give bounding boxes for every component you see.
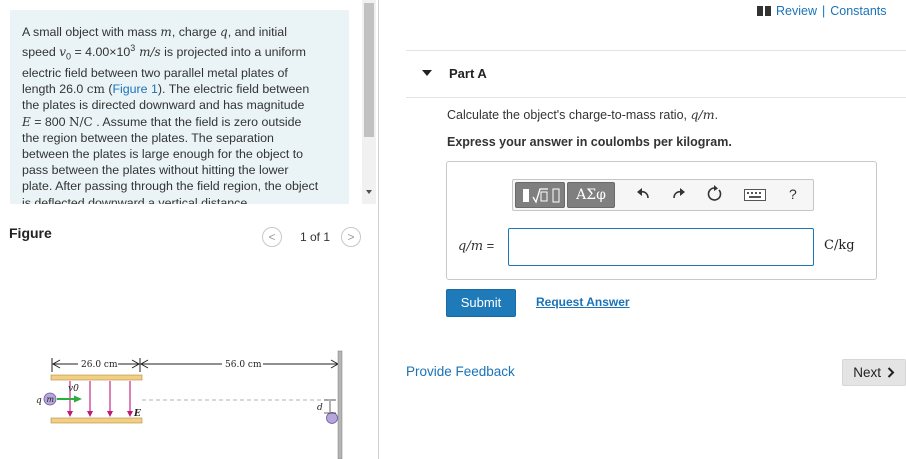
problem-text-span: ). The electric field between: [157, 82, 310, 97]
answer-label-equals: =: [483, 238, 495, 253]
answer-input[interactable]: [508, 228, 814, 266]
problem-text-span: , and initial: [227, 25, 287, 39]
undo-icon[interactable]: [634, 185, 652, 203]
divider: [406, 97, 906, 98]
field-label: E: [133, 409, 141, 419]
link-separator: |: [822, 4, 826, 18]
deflection-label: d: [317, 403, 323, 413]
problem-text-span: pass between the plates without hitting …: [22, 163, 289, 178]
velocity-arrowhead: [74, 395, 82, 403]
field-arrowhead: [87, 411, 93, 417]
templates-button[interactable]: [515, 182, 565, 208]
problem-text-span: the region between the plates. The separ…: [22, 130, 274, 145]
review-icon: [757, 6, 771, 16]
figure-title: Figure: [9, 225, 52, 241]
figure-next-button[interactable]: >: [341, 227, 361, 247]
math-E: E: [22, 114, 31, 129]
scroll-down-icon[interactable]: [366, 190, 372, 194]
distance-label: 56.0 cm: [225, 360, 262, 370]
collapse-caret-icon[interactable]: [422, 70, 432, 76]
field-arrowhead: [107, 411, 113, 417]
problem-text-span: speed: [22, 45, 60, 60]
question-text-span: .: [714, 108, 719, 122]
lower-plate: [50, 417, 143, 424]
problem-text-span: is deflected downward a vertical distanc…: [22, 195, 248, 204]
upper-plate: [50, 374, 143, 381]
figure-diagram: 26.0 cm 56.0 cm v0 E q m d: [36, 350, 343, 459]
greek-symbols-button[interactable]: ΑΣφ: [567, 182, 615, 208]
figure-link[interactable]: Figure 1: [112, 82, 157, 96]
field-arrowhead: [67, 411, 73, 417]
problem-text-span: is projected into a uniform: [160, 45, 307, 60]
problem-text-span: = 4.00×10: [71, 45, 131, 60]
scrollbar-thumb[interactable]: [364, 3, 374, 137]
submit-button[interactable]: Submit: [446, 289, 516, 317]
detection-screen: [337, 350, 343, 459]
question-text: Calculate the object's charge-to-mass ra…: [447, 107, 718, 122]
problem-text-span: plate. After passing through the field r…: [22, 179, 319, 194]
next-button-label: Next: [853, 365, 881, 380]
help-button[interactable]: ?: [789, 186, 797, 202]
provide-feedback-link[interactable]: Provide Feedback: [406, 364, 515, 379]
problem-text-span: electric field between two parallel meta…: [22, 66, 288, 80]
question-text-span: Calculate the object's charge-to-mass ra…: [447, 108, 691, 122]
math-m: m: [160, 25, 172, 39]
part-title[interactable]: Part A: [449, 66, 487, 81]
problem-text-span: = 800: [30, 114, 70, 129]
math-v: v: [59, 45, 66, 60]
figure-prev-button[interactable]: <: [262, 227, 282, 247]
redo-icon[interactable]: [670, 185, 688, 203]
problem-text-span: , charge: [171, 25, 221, 39]
unit-label: C/kg: [824, 238, 855, 253]
math-unit-field: N/C: [69, 114, 93, 129]
field-arrowhead: [127, 411, 133, 417]
figure-counter: 1 of 1: [299, 230, 331, 244]
problem-text: A small object with mass m, charge q, an…: [22, 24, 338, 204]
problem-statement-panel: A small object with mass m, charge q, an…: [10, 10, 349, 204]
velocity-label: v0: [68, 384, 79, 394]
problem-text-span: between the plates is large enough for t…: [22, 147, 304, 162]
templates-icon: [523, 188, 560, 204]
answer-label: q/m =: [458, 238, 494, 254]
constants-link[interactable]: Constants: [830, 4, 886, 18]
problem-text-span: length 26.0: [22, 82, 87, 97]
answer-instruction: Express your answer in coulombs per kilo…: [447, 135, 732, 149]
request-answer-link[interactable]: Request Answer: [536, 295, 630, 309]
problem-text-span: the plates is directed downward and has …: [22, 98, 305, 113]
reset-icon[interactable]: [706, 185, 724, 203]
math-unit-cm: cm: [86, 82, 105, 97]
deflected-object: [326, 412, 338, 424]
math-q-over-m: q/m: [690, 107, 715, 122]
next-button[interactable]: Next: [842, 359, 906, 386]
pane-divider: [378, 0, 379, 459]
review-constants-links: Review | Constants: [757, 4, 887, 18]
keyboard-icon[interactable]: [744, 189, 766, 201]
charge-label: q: [36, 396, 42, 406]
problem-text-span: A small object with mass: [22, 25, 161, 39]
chevron-right-icon: [887, 367, 895, 378]
math-unit-speed: m/s: [135, 45, 161, 60]
mass-label: m: [47, 395, 55, 404]
plate-length-label: 26.0 cm: [81, 360, 118, 370]
math-q-over-m: q/m: [458, 239, 484, 254]
math-q: q: [220, 25, 228, 39]
review-link[interactable]: Review: [776, 4, 817, 18]
problem-text-span: . Assume that the field is zero outside: [92, 114, 302, 129]
